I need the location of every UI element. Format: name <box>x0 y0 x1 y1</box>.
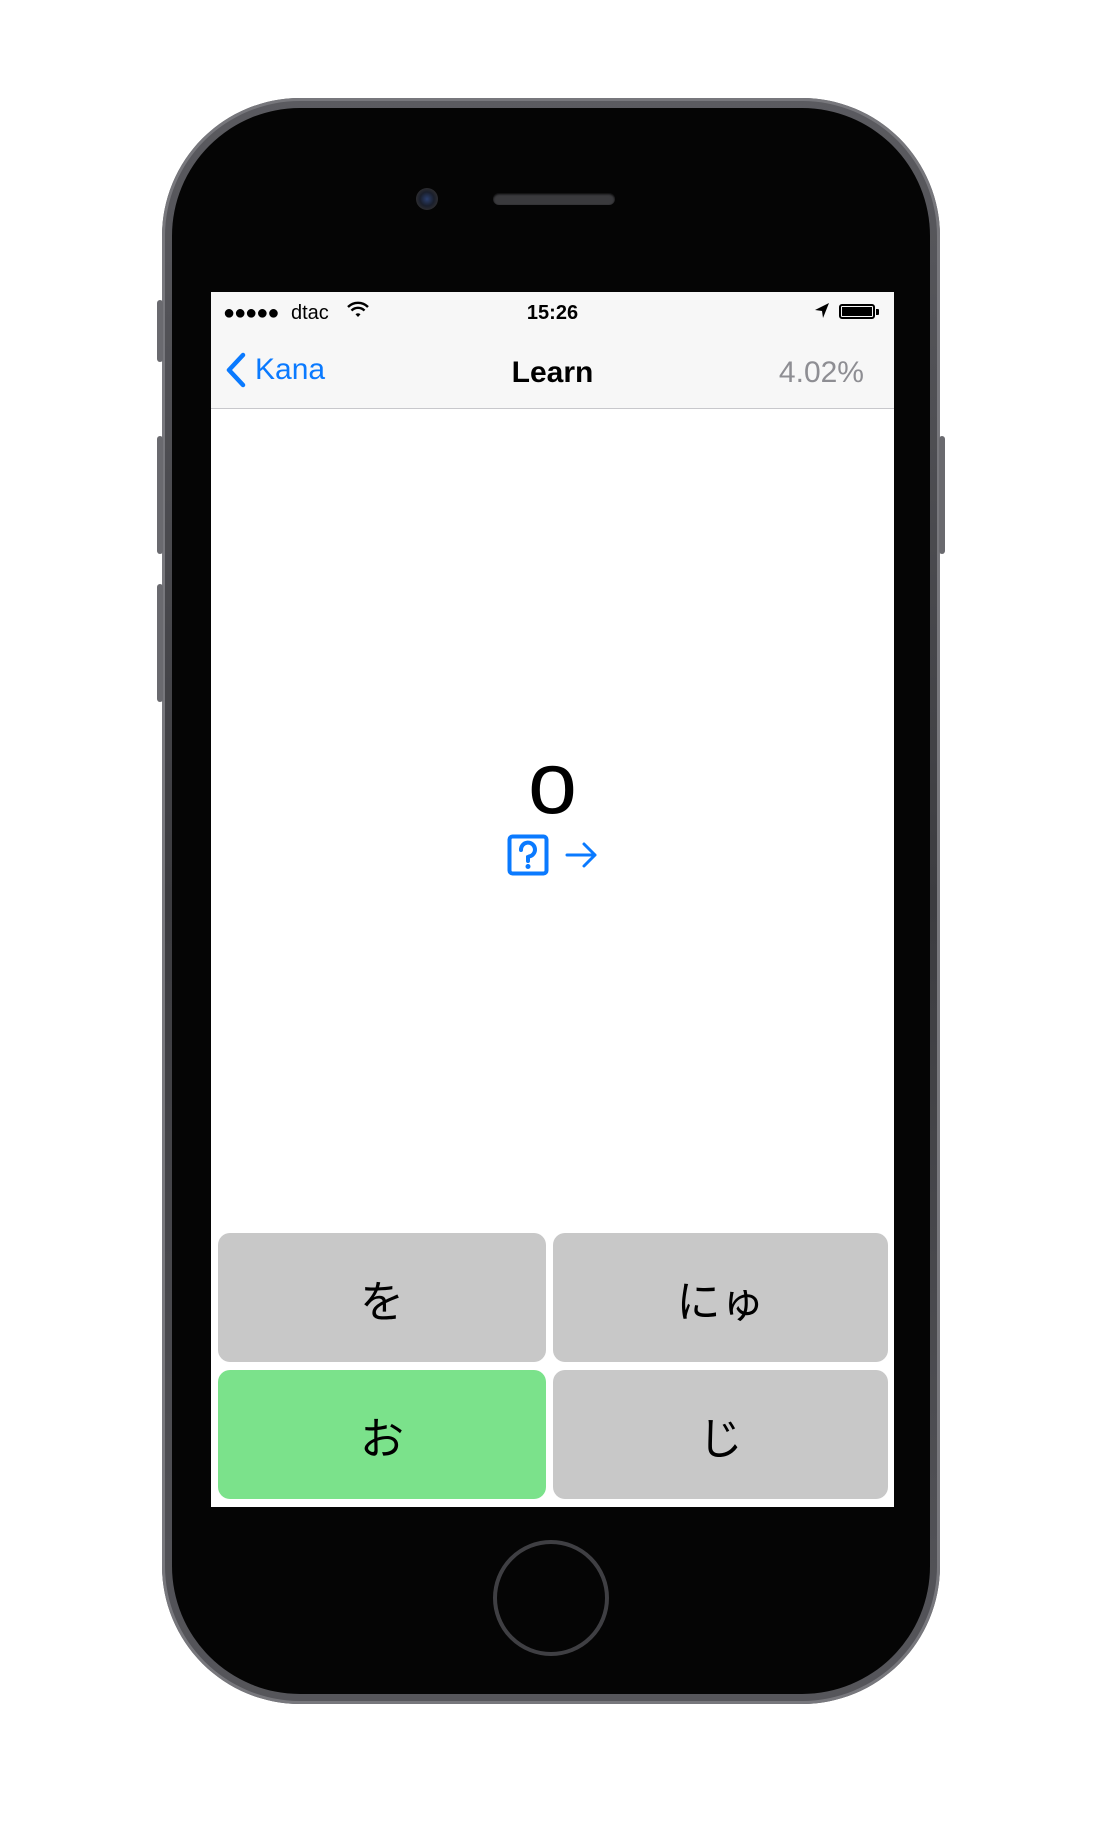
progress-percentage: 4.02% <box>778 356 864 389</box>
answer-grid: を にゅ お じ <box>218 1233 888 1499</box>
earpiece-speaker <box>493 193 615 205</box>
app-screen: ●●●●● dtac 15:26 Kana Learn 4.02% o を にゅ… <box>211 292 894 1507</box>
volume-up-button <box>157 436 163 554</box>
front-camera <box>416 188 438 210</box>
arrow-right-icon <box>565 842 596 868</box>
answer-option-label: を <box>360 1276 404 1328</box>
prompt-actions <box>211 834 894 876</box>
power-button <box>939 436 945 554</box>
romaji-prompt: o <box>528 733 577 832</box>
status-bar: ●●●●● dtac 15:26 <box>211 292 894 332</box>
answer-option-2[interactable]: にゅ <box>553 1233 888 1362</box>
answer-option-1[interactable]: を <box>218 1233 546 1362</box>
question-square-icon <box>507 834 548 876</box>
status-time: 15:26 <box>526 302 579 324</box>
answer-option-label: じ <box>698 1413 743 1465</box>
skip-button[interactable] <box>565 840 599 870</box>
battery-level <box>842 307 872 316</box>
navigation-bar: Kana Learn 4.02% <box>211 332 894 409</box>
battery-icon <box>839 304 875 319</box>
answer-option-label: お <box>360 1413 404 1465</box>
answer-option-3-correct[interactable]: お <box>218 1370 546 1499</box>
home-button[interactable] <box>493 1540 609 1656</box>
hint-button[interactable] <box>507 834 549 876</box>
answer-option-4[interactable]: じ <box>553 1370 888 1499</box>
mute-switch <box>157 300 163 362</box>
battery-tip <box>876 309 879 315</box>
volume-down-button <box>157 584 163 702</box>
device-mockup: ●●●●● dtac 15:26 Kana Learn 4.02% o を にゅ… <box>0 0 1100 1833</box>
location-arrow-icon <box>814 302 830 326</box>
answer-option-label: にゅ <box>676 1276 765 1328</box>
